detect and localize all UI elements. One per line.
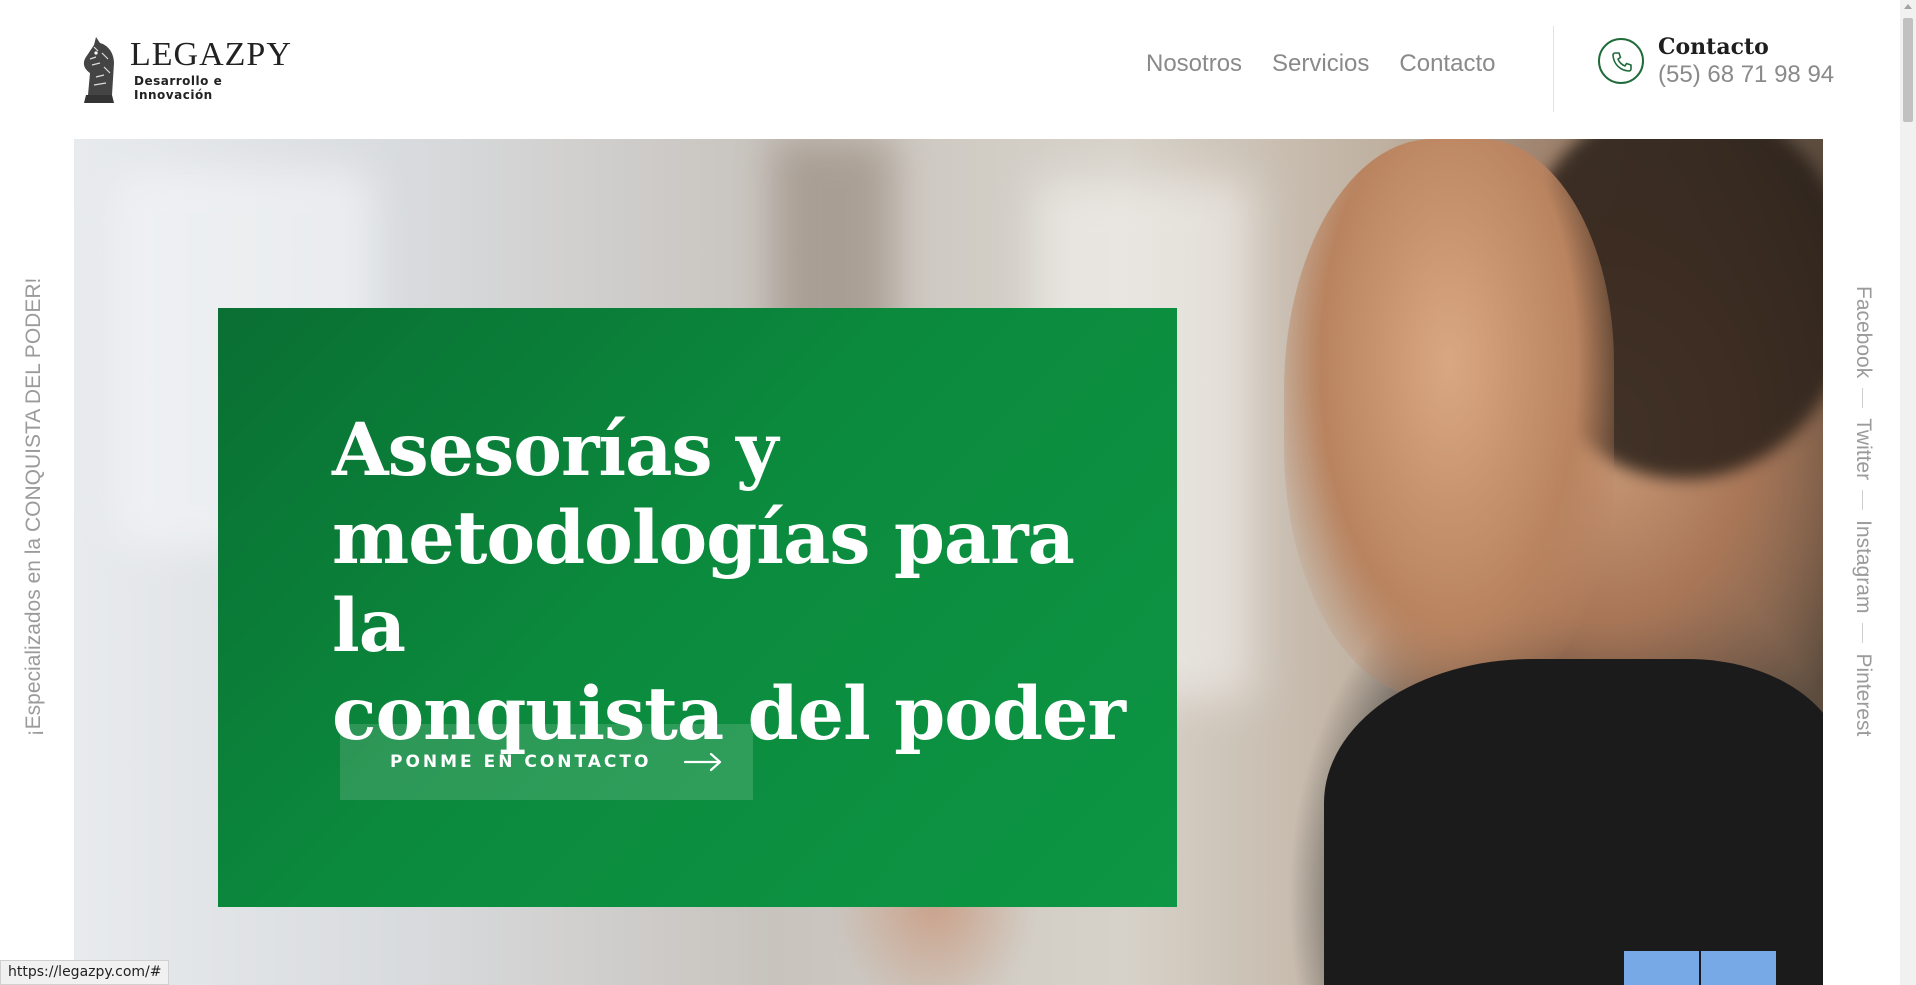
header-divider: [1553, 26, 1554, 112]
hero-headline: Asesorías y metodologías para la conquis…: [332, 406, 1152, 758]
social-divider: [1862, 388, 1864, 409]
main-nav: Nosotros Servicios Contacto: [1146, 50, 1495, 78]
slider-prev-button[interactable]: [1624, 951, 1699, 985]
social-instagram-link[interactable]: Instagram: [1851, 520, 1875, 613]
nav-item-nosotros[interactable]: Nosotros: [1146, 50, 1242, 78]
page-scrollbar[interactable]: [1900, 0, 1916, 985]
chess-knight-icon: [74, 33, 122, 107]
site-logo[interactable]: LEGAZPY Desarrollo e Innovación: [74, 32, 294, 108]
contact-phone[interactable]: (55) 68 71 98 94: [1658, 60, 1834, 90]
hero-headline-line: Asesorías y: [332, 407, 778, 493]
scrollbar-thumb[interactable]: [1903, 18, 1913, 122]
social-links: Facebook Twitter Instagram Pinterest: [1846, 286, 1880, 736]
logo-tagline: Desarrollo e Innovación: [134, 74, 223, 102]
phone-icon: [1598, 32, 1650, 84]
social-twitter-link[interactable]: Twitter: [1851, 418, 1875, 480]
side-tagline-text: ¡Especializados en la CONQUISTA DEL PODE…: [22, 277, 45, 737]
contact-title: Contacto: [1658, 34, 1769, 60]
status-bar-url: https://legazpy.com/#: [0, 960, 170, 985]
social-divider: [1862, 490, 1864, 511]
hero-headline-line: metodologías para la: [332, 495, 1075, 669]
arrow-right-icon: [684, 752, 722, 772]
social-divider: [1862, 623, 1864, 644]
nav-item-contacto[interactable]: Contacto: [1399, 50, 1495, 78]
side-tagline: ¡Especializados en la CONQUISTA DEL PODE…: [18, 278, 50, 737]
site-header: LEGAZPY Desarrollo e Innovación Nosotros…: [0, 0, 1900, 139]
contact-me-button[interactable]: PONME EN CONTACTO: [340, 724, 753, 800]
slider-controls: [1624, 951, 1776, 985]
contact-me-button-label: PONME EN CONTACTO: [390, 752, 652, 772]
header-contact[interactable]: Contacto (55) 68 71 98 94: [1598, 32, 1834, 90]
slider-next-button[interactable]: [1701, 951, 1776, 985]
scroll-up-icon[interactable]: [1904, 4, 1912, 9]
logo-name: LEGAZPY: [130, 36, 292, 73]
social-pinterest-link[interactable]: Pinterest: [1851, 653, 1875, 736]
social-facebook-link[interactable]: Facebook: [1851, 286, 1875, 378]
nav-item-servicios[interactable]: Servicios: [1272, 50, 1369, 78]
